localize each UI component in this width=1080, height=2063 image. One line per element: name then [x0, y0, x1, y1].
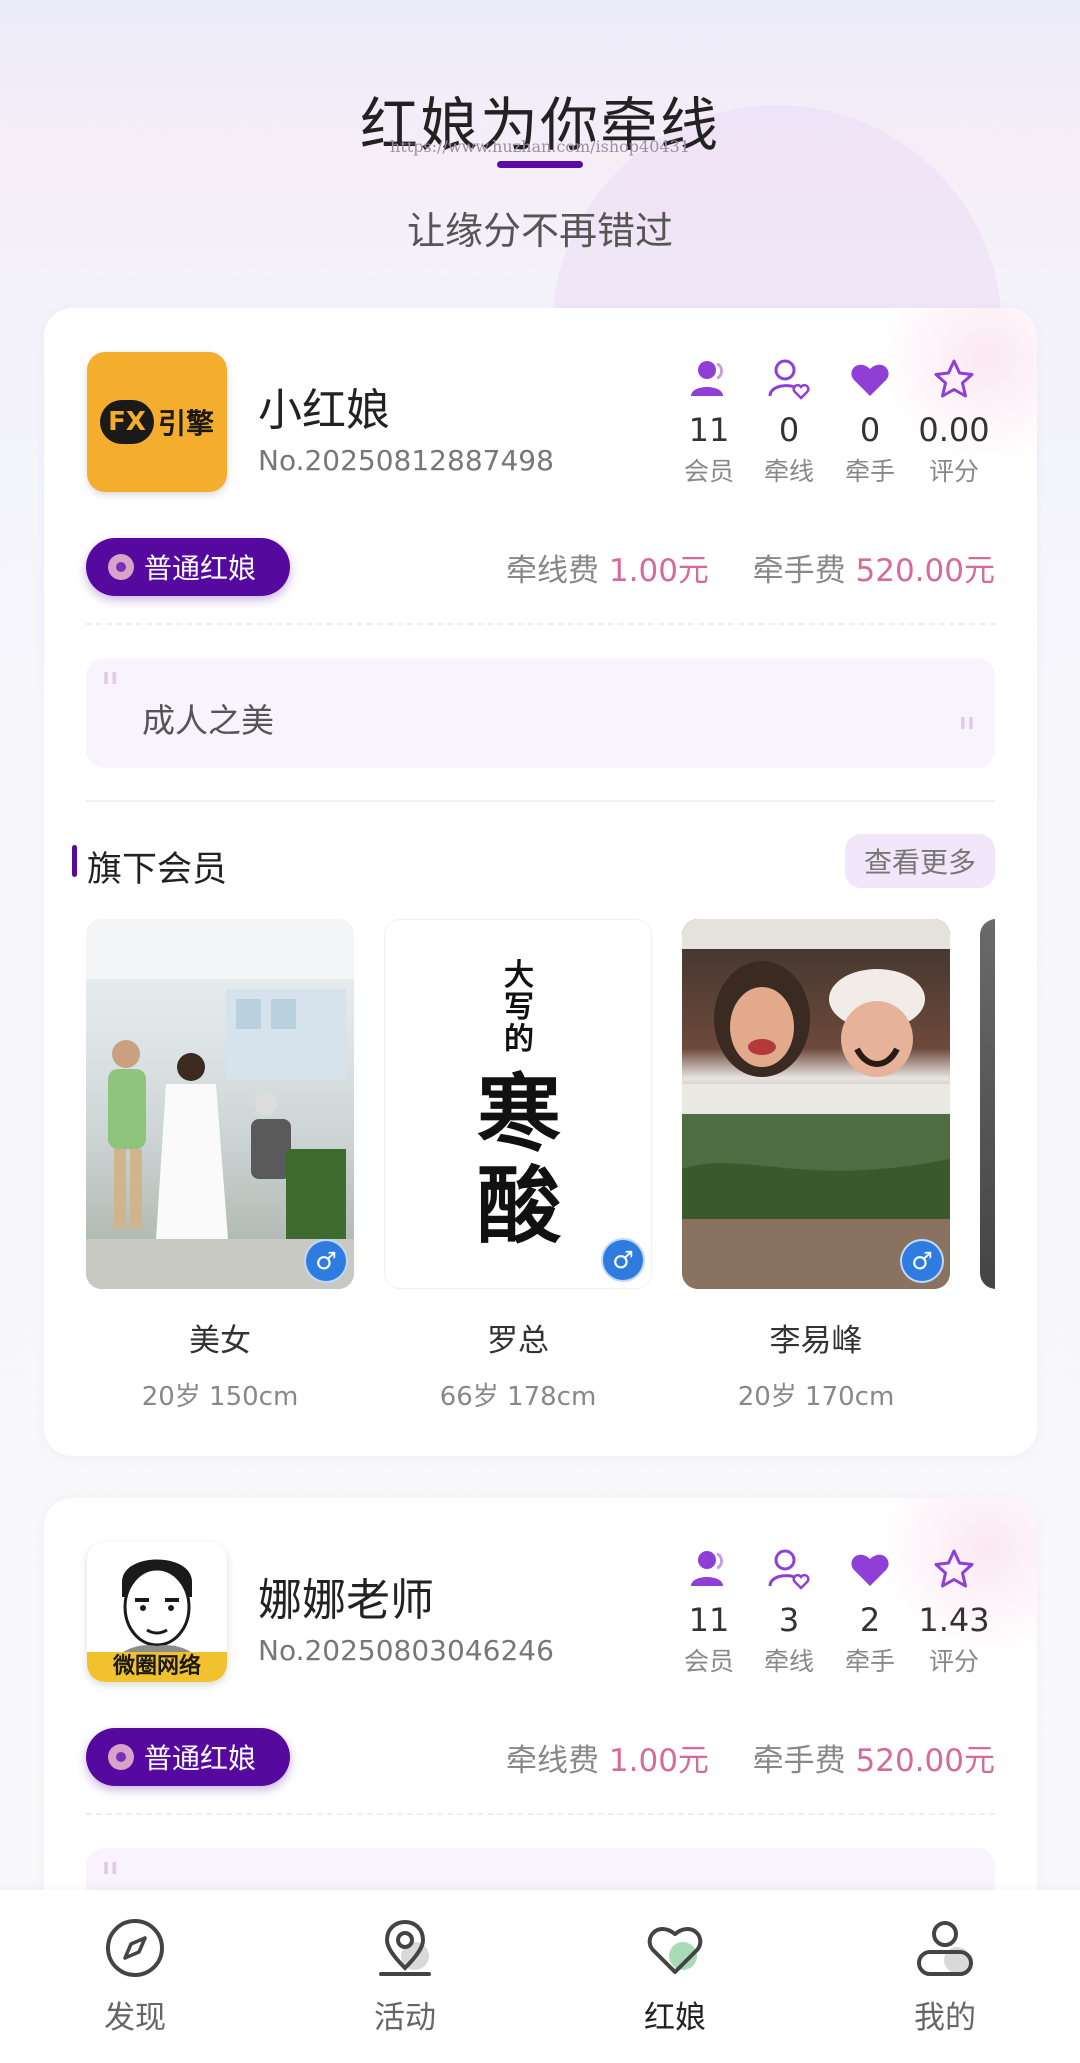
match-fee-label: 牵线费: [506, 553, 600, 589]
member-meta: 66岁 178cm: [439, 1382, 597, 1412]
matchmaker-number: No.20250803046246: [258, 1634, 554, 1667]
stat-rating: 1.43 评分: [909, 1548, 999, 1678]
tv-photo-illustration: [682, 919, 950, 1289]
gender-male-icon: ♂: [601, 1238, 645, 1282]
avatar-banner: 微圈网络: [87, 1652, 227, 1682]
watermark-text: https://www.huzhan.com/ishop40431: [390, 137, 690, 156]
member-card[interactable]: ♂ 李易峰 20岁 170cm: [682, 919, 950, 1413]
matchmaker-card[interactable]: FX 引擎 小红娘 No.20250812887498 11 会员 0 牵线 0…: [44, 308, 1037, 1456]
view-more-button[interactable]: 查看更多: [845, 834, 995, 888]
stat-members: 11 会员: [664, 1548, 754, 1678]
star-icon: [934, 359, 974, 398]
matchmaker-level-badge: 普通红娘: [86, 538, 290, 596]
member-name: 美女: [189, 1323, 251, 1359]
member-name: 罗总: [487, 1323, 549, 1359]
nav-tab-matchmaker[interactable]: 红娘: [595, 1916, 755, 2037]
heart-nav-icon: [647, 1927, 703, 1974]
member-photo[interactable]: 大写的 寒酸 ♂: [384, 919, 652, 1289]
match-icon: [768, 1549, 810, 1590]
gender-male-icon: ♂: [900, 1239, 944, 1283]
member-list[interactable]: ♂ 美女 20岁 150cm 大写的 寒酸 ♂ 罗总 66岁 178cm ♂ 李…: [86, 919, 995, 1419]
members-icon: [691, 1551, 723, 1586]
match-fee-value: 1.00元: [608, 1743, 709, 1779]
member-photo[interactable]: [980, 919, 995, 1289]
member-meta: 20岁 150cm: [141, 1382, 299, 1412]
member-photo[interactable]: ♂: [86, 919, 354, 1289]
matchmaker-name: 娜娜老师: [258, 1575, 434, 1626]
page-subtitle: 让缘分不再错过: [406, 209, 673, 253]
divider: [86, 1813, 995, 1815]
fee-info: 牵线费 1.00元 牵手费 520.00元: [506, 545, 995, 590]
fx-logo: FX: [99, 400, 154, 444]
stat-members: 11 会员: [664, 358, 754, 488]
member-photo[interactable]: ♂: [682, 919, 950, 1289]
page-header: 红娘为你牵线 https://www.huzhan.com/ishop40431…: [0, 0, 1080, 300]
stat-rating: 0.00 评分: [909, 358, 999, 488]
nav-tab-profile[interactable]: 我的: [865, 1916, 1025, 2037]
gender-male-icon: ♂: [304, 1239, 348, 1283]
section-accent-bar: [72, 845, 77, 877]
nav-tab-activity[interactable]: 活动: [325, 1916, 485, 2037]
star-icon: [934, 1549, 974, 1588]
member-card-partial[interactable]: [980, 919, 995, 1289]
nav-tab-discover[interactable]: 发现: [55, 1916, 215, 2037]
motto-box: " 成人之美 ": [86, 658, 995, 768]
hand-fee-label: 牵手费: [752, 553, 846, 589]
match-fee-label: 牵线费: [506, 1743, 600, 1779]
photo-caption-small: 大写的: [504, 958, 534, 1057]
divider: [86, 800, 995, 802]
badge-eye-icon: [108, 554, 134, 580]
hand-fee-label: 牵手费: [752, 1743, 846, 1779]
avatar-logo-text: 引擎: [157, 407, 214, 440]
stat-hands: 0 牵手: [825, 358, 915, 488]
title-underline: [497, 161, 583, 168]
heart-icon: [851, 1554, 889, 1586]
compass-icon: [106, 1919, 164, 1977]
match-icon: [768, 359, 810, 400]
stat-matches: 0 牵线: [744, 358, 834, 488]
fee-info: 牵线费 1.00元 牵手费 520.00元: [506, 1735, 995, 1780]
matchmaker-avatar[interactable]: FX 引擎: [87, 352, 227, 492]
open-quote-icon: ": [100, 664, 121, 715]
bottom-navigation: 发现 活动 红娘 我的: [0, 1890, 1080, 2063]
member-name: 李易峰: [769, 1323, 863, 1359]
matchmaker-level-badge: 普通红娘: [86, 1728, 290, 1786]
hand-fee-value: 520.00元: [855, 1743, 995, 1779]
members-icon: [691, 361, 723, 396]
location-icon: [379, 1919, 431, 1976]
user-icon: [917, 1921, 973, 1976]
matchmaker-number: No.20250812887498: [258, 444, 554, 477]
match-fee-value: 1.00元: [608, 553, 709, 589]
member-meta: 20岁 170cm: [737, 1382, 895, 1412]
matchmaker-avatar[interactable]: 微圈网络: [87, 1542, 227, 1682]
hand-fee-value: 520.00元: [855, 553, 995, 589]
member-card[interactable]: ♂ 美女 20岁 150cm: [86, 919, 354, 1413]
stat-hands: 2 牵手: [825, 1548, 915, 1678]
clinic-photo-illustration: [86, 919, 354, 1289]
motto-text: 成人之美: [142, 701, 274, 740]
close-quote-icon: ": [956, 709, 977, 760]
stat-matches: 3 牵线: [744, 1548, 834, 1678]
section-title: 旗下会员: [87, 850, 228, 890]
heart-icon: [851, 364, 889, 396]
photo-caption-big: 寒酸: [476, 1065, 561, 1255]
member-card[interactable]: 大写的 寒酸 ♂ 罗总 66岁 178cm: [384, 919, 652, 1413]
badge-eye-icon: [108, 1744, 134, 1770]
matchmaker-name: 小红娘: [258, 385, 390, 436]
divider: [86, 623, 995, 625]
